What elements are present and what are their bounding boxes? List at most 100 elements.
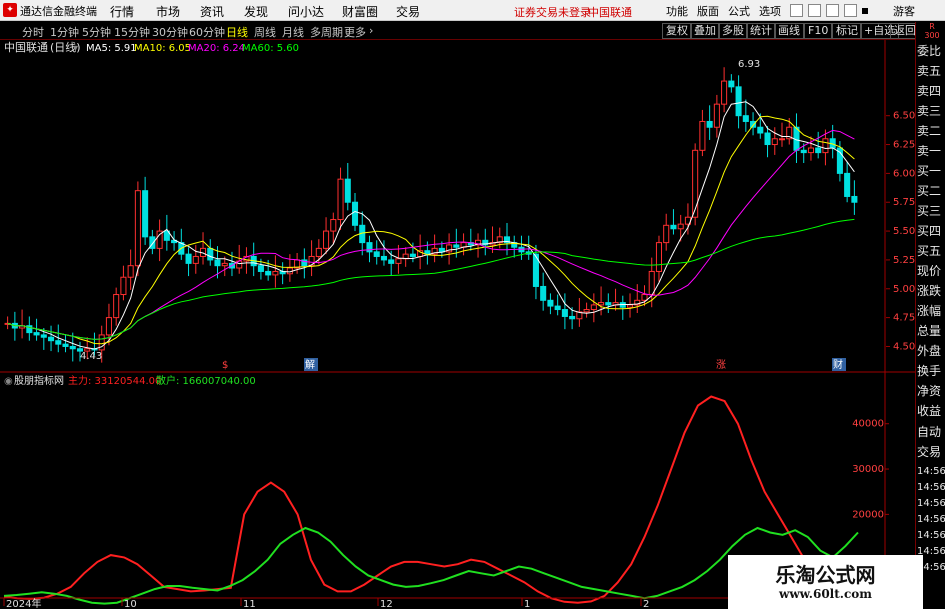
candle-body[interactable] [55, 340, 62, 345]
candle-body[interactable] [807, 147, 814, 154]
tab-1min[interactable]: 1分钟 [50, 24, 79, 40]
candle-body[interactable] [48, 336, 55, 342]
side-item-18[interactable]: 收益 [917, 401, 945, 421]
guest-button[interactable]: 游客 [893, 3, 915, 19]
side-item-7[interactable]: 买二 [917, 181, 945, 201]
trade-login-notice[interactable]: 证券交易未登录 [514, 4, 591, 20]
candle-body[interactable] [655, 242, 663, 272]
side-item-3[interactable]: 卖三 [917, 101, 945, 121]
candle-body[interactable] [598, 302, 605, 306]
candle-body[interactable] [771, 138, 778, 146]
candle-body[interactable] [778, 138, 786, 141]
candle-body[interactable] [547, 299, 554, 307]
menu-shichang[interactable]: 市场 [156, 3, 180, 20]
menu-hangqing[interactable]: 行情 [110, 3, 134, 20]
tab-5min[interactable]: 5分钟 [82, 24, 111, 40]
side-item-0[interactable]: 委比 [917, 41, 945, 61]
candle-body[interactable] [142, 190, 149, 238]
side-item-6[interactable]: 买一 [917, 161, 945, 181]
candle-body[interactable] [663, 224, 670, 244]
candle-body[interactable] [105, 317, 112, 336]
candle-body[interactable] [366, 242, 373, 253]
side-item-16[interactable]: 换手 [917, 361, 945, 381]
candle-body[interactable] [395, 258, 402, 264]
tab-multi-period[interactable]: 多周期 [310, 24, 343, 40]
candle-body[interactable] [388, 259, 395, 264]
candle-body[interactable] [713, 103, 720, 128]
candle-body[interactable] [207, 247, 214, 261]
tab-fenshi[interactable]: 分时 [22, 24, 44, 40]
candle-body[interactable] [735, 86, 742, 117]
candle-body[interactable] [192, 255, 199, 264]
chevron-right-icon[interactable]: › [369, 24, 373, 37]
menu-zixun[interactable]: 资讯 [200, 3, 224, 20]
window-icon-1[interactable] [790, 4, 803, 17]
candle-body[interactable] [590, 304, 597, 311]
window-menu-icon[interactable] [862, 8, 868, 14]
candle-body[interactable] [330, 219, 337, 232]
candle-body[interactable] [214, 259, 221, 267]
candle-body[interactable] [33, 332, 40, 336]
candle-body[interactable] [185, 253, 192, 264]
candle-body[interactable] [742, 115, 749, 122]
menu-faxian[interactable]: 发现 [244, 3, 268, 20]
menu-jiaoyi[interactable]: 交易 [396, 3, 420, 20]
candle-body[interactable] [822, 138, 829, 154]
candle-body[interactable] [561, 309, 568, 317]
side-item-15[interactable]: 外盘 [917, 341, 945, 361]
mark-button[interactable]: 标记 [832, 23, 862, 39]
candle-body[interactable] [257, 265, 264, 272]
multi-stock-button[interactable]: 多股 [718, 23, 748, 39]
tab-daily[interactable]: 日线 [226, 24, 248, 40]
window-icon-2[interactable] [808, 4, 821, 17]
candle-body[interactable] [699, 120, 706, 151]
overlay-button[interactable]: 叠加 [690, 23, 720, 39]
candle-body[interactable] [134, 190, 141, 267]
candle-body[interactable] [851, 195, 858, 203]
side-item-8[interactable]: 买三 [917, 201, 945, 221]
candle-body[interactable] [626, 304, 634, 308]
candle-body[interactable] [40, 334, 47, 338]
menu-caifuquan[interactable]: 财富圈 [342, 3, 378, 20]
candle-body[interactable] [648, 270, 655, 296]
tab-monthly[interactable]: 月线 [282, 24, 304, 40]
menu-gongneng[interactable]: 功能 [666, 3, 688, 19]
candle-body[interactable] [351, 201, 359, 226]
candle-body[interactable] [265, 270, 272, 276]
window-icon-4[interactable] [844, 4, 857, 17]
candle-body[interactable] [721, 80, 728, 105]
candlestick-panel[interactable] [4, 67, 858, 363]
side-item-2[interactable]: 卖四 [917, 81, 945, 101]
side-item-9[interactable]: 买四 [917, 221, 945, 241]
window-icon-3[interactable] [826, 4, 839, 17]
candle-body[interactable] [815, 147, 822, 154]
candle-body[interactable] [554, 305, 561, 311]
side-item-1[interactable]: 卖五 [917, 61, 945, 81]
candle-body[interactable] [844, 172, 851, 197]
candle-body[interactable] [409, 253, 416, 257]
unlock-marker[interactable]: 解 [305, 358, 315, 371]
side-item-10[interactable]: 买五 [917, 241, 945, 261]
indicator-settings-icon[interactable]: ◉ [4, 376, 13, 387]
candle-body[interactable] [344, 178, 351, 203]
tab-30min[interactable]: 30分钟 [152, 24, 188, 40]
candle-body[interactable] [706, 120, 713, 128]
side-item-19[interactable]: 自动 [917, 422, 945, 442]
candle-body[interactable] [62, 343, 69, 347]
candle-body[interactable] [380, 255, 387, 261]
candle-body[interactable] [113, 294, 120, 319]
candle-body[interactable] [127, 265, 134, 278]
candle-body[interactable] [323, 230, 330, 249]
candle-body[interactable] [120, 276, 127, 296]
draw-line-button[interactable]: 画线 [774, 23, 804, 39]
chart-area[interactable]: 中国联通 (日线) ▾ MA5: 5.91 MA10: 6.05 MA20: 6… [0, 40, 915, 609]
candle-body[interactable] [540, 285, 547, 301]
dropdown-icon[interactable]: ▾ [73, 43, 78, 54]
candle-body[interactable] [605, 302, 612, 306]
side-item-17[interactable]: 净资 [917, 381, 945, 401]
candle-body[interactable] [221, 262, 228, 267]
candle-body[interactable] [677, 223, 684, 230]
side-item-14[interactable]: 总量 [917, 321, 945, 341]
fuquan-button[interactable]: 复权 [662, 23, 692, 39]
candle-body[interactable] [692, 149, 699, 218]
